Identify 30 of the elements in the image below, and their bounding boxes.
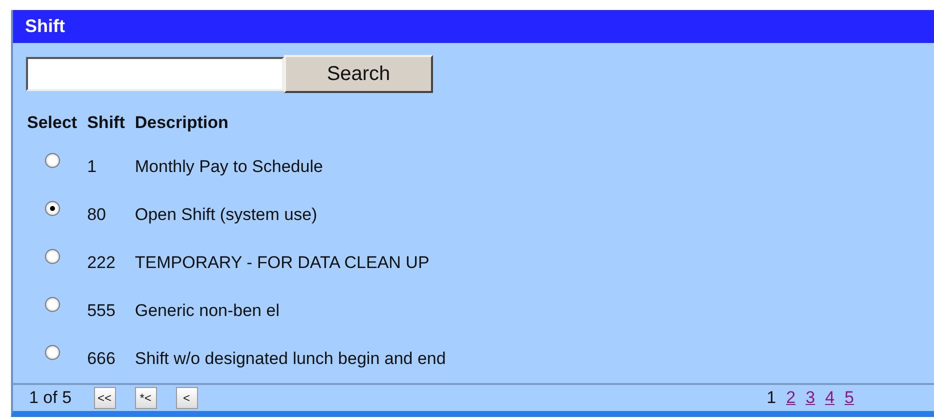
table-cell-text: Generic non-ben el — [134, 300, 280, 322]
page-link[interactable]: 3 — [806, 388, 816, 408]
radio-button[interactable] — [44, 345, 60, 360]
pager-button[interactable]: < — [176, 387, 198, 409]
column-header: Select — [26, 112, 78, 134]
table-cell-text: 555 — [86, 300, 116, 322]
page-link[interactable]: 2 — [786, 388, 796, 408]
page-link[interactable]: 5 — [844, 388, 854, 408]
page-link[interactable]: 4 — [825, 388, 835, 408]
pager-button[interactable]: << — [94, 387, 116, 409]
radio-button[interactable] — [44, 153, 60, 168]
radio-button[interactable] — [44, 297, 60, 312]
table-cell-text: TEMPORARY - FOR DATA CLEAN UP — [134, 252, 430, 274]
table-cell-text: Shift w/o designated lunch begin and end — [134, 348, 447, 370]
search-button[interactable]: Search — [284, 55, 433, 93]
column-header: Shift — [86, 112, 126, 134]
panel-title: Shift — [13, 10, 934, 43]
column-header: Description — [134, 112, 230, 134]
table-cell-text: Monthly Pay to Schedule — [134, 156, 324, 178]
table-cell-text: 666 — [86, 348, 116, 370]
page-status: 1 of 5 — [29, 388, 72, 408]
pager-button[interactable]: *< — [134, 387, 157, 409]
table-cell-text: 80 — [86, 204, 108, 226]
current-page: 1 — [766, 388, 776, 408]
search-field[interactable] — [26, 57, 284, 91]
radio-button[interactable] — [44, 201, 60, 216]
radio-button[interactable] — [44, 249, 60, 264]
table-cell-text: 1 — [86, 156, 98, 178]
table-cell-text: 222 — [86, 252, 116, 274]
table-cell-text: Open Shift (system use) — [134, 204, 318, 226]
